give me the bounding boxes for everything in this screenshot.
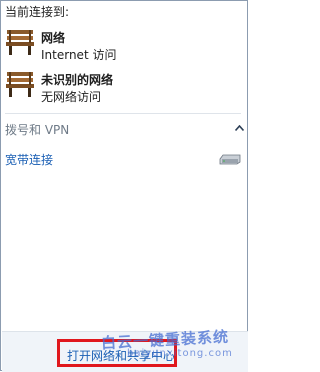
bench-network-icon: [6, 72, 34, 97]
chevron-up-icon[interactable]: [235, 125, 244, 131]
broadband-connection-item[interactable]: 宽带连接: [5, 151, 53, 168]
network-status: 无网络访问: [41, 90, 102, 104]
dialup-vpn-section-title[interactable]: 拨号和 VPN: [5, 121, 69, 138]
section-divider: [5, 113, 241, 114]
current-connections-header: 当前连接到:: [5, 5, 70, 19]
bench-network-icon: [6, 30, 34, 55]
network-item-1[interactable]: 网络 Internet 访问: [5, 27, 235, 67]
watermark-url: baiyunxitong.com: [127, 348, 233, 359]
network-status: Internet 访问: [41, 48, 117, 62]
modem-icon: [219, 154, 241, 165]
network-item-2[interactable]: 未识别的网络 无网络访问: [5, 69, 235, 109]
network-name: 网络: [41, 31, 66, 45]
network-name: 未识别的网络: [41, 73, 114, 87]
network-flyout: 当前连接到: 网络 Internet 访问 未识别的网络 无网络访问 拨号和 V…: [0, 0, 248, 372]
